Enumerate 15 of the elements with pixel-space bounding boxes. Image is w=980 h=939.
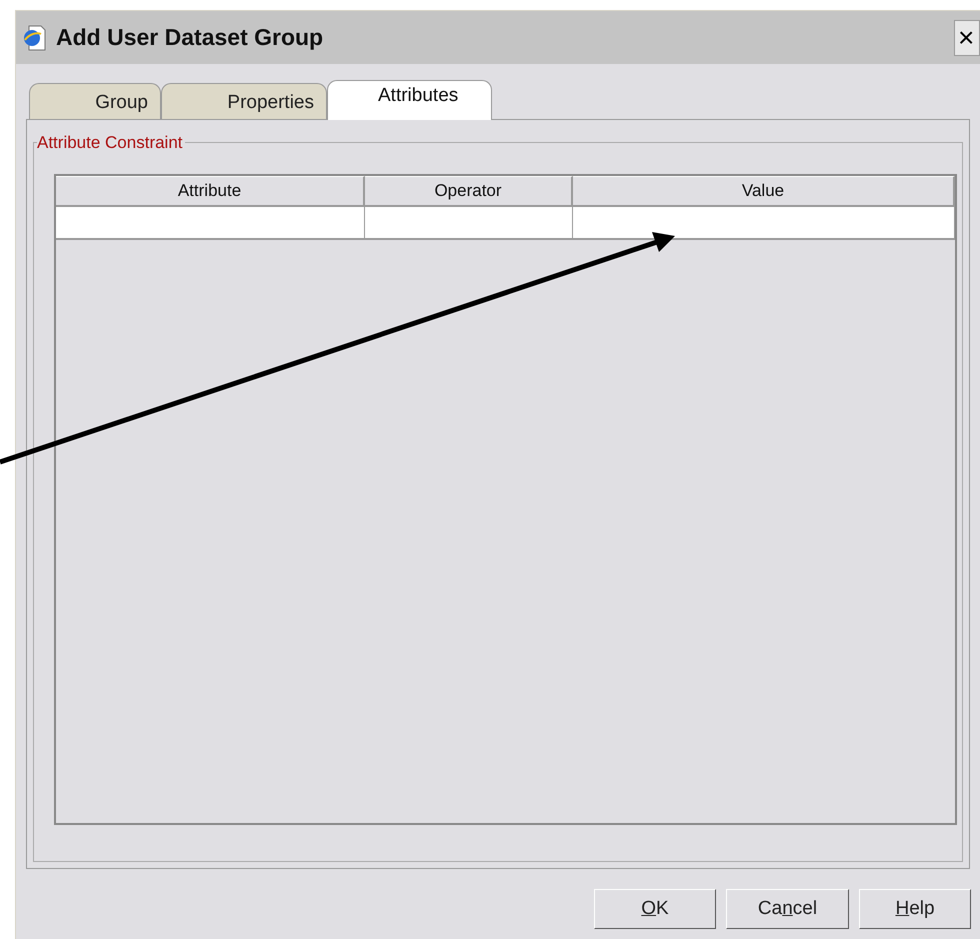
column-header[interactable]: Attribute [56, 176, 365, 207]
close-button[interactable]: × [954, 20, 980, 56]
window-title: Add User Dataset Group [56, 23, 324, 52]
tab[interactable]: Attributes [327, 80, 492, 120]
tab[interactable]: Group [29, 83, 161, 119]
dialog-button[interactable]: OK [594, 889, 716, 929]
page-icon [22, 24, 48, 52]
dialog-button[interactable]: Help [859, 889, 971, 929]
table-cell[interactable] [365, 207, 573, 240]
column-header[interactable]: Operator [365, 176, 573, 207]
column-header[interactable]: Value [573, 176, 955, 207]
table-cell[interactable] [56, 207, 365, 240]
table-cell[interactable] [573, 207, 955, 240]
tab[interactable]: Properties [161, 83, 327, 119]
dialog-button[interactable]: Cancel [726, 889, 849, 929]
